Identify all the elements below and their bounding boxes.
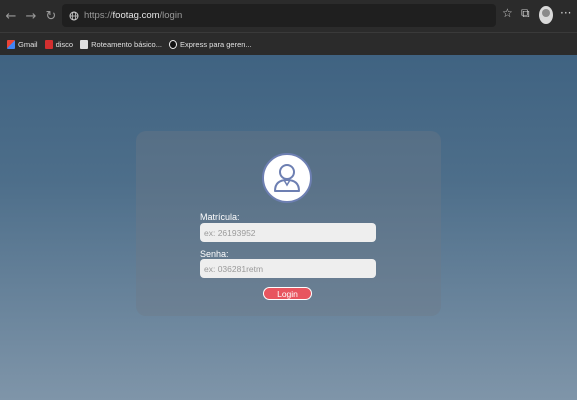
senha-input[interactable]	[200, 259, 376, 278]
bookmarks-bar: Gmail disco Roteamento básico... Express…	[0, 32, 577, 55]
url-text: https://footag.com/login	[84, 10, 183, 21]
address-bar[interactable]: https://footag.com/login	[62, 4, 496, 27]
bookmark-roteamento[interactable]: Roteamento básico...	[80, 39, 162, 49]
bookmark-label: disco	[55, 39, 74, 49]
login-card: Matrícula: Senha: Login	[136, 131, 441, 316]
disco-icon	[44, 39, 53, 49]
document-icon	[80, 39, 89, 49]
refresh-button[interactable]: ↻	[42, 5, 60, 27]
bookmark-disco[interactable]: disco	[44, 39, 74, 49]
back-button[interactable]: ←	[2, 5, 20, 27]
bookmark-label: Gmail	[18, 39, 38, 49]
express-icon	[168, 39, 177, 49]
matricula-label: Matrícula:	[200, 212, 240, 222]
globe-icon	[66, 11, 82, 21]
matricula-input[interactable]	[200, 223, 376, 242]
senha-label: Senha:	[200, 249, 229, 259]
bookmark-express[interactable]: Express para geren...	[168, 39, 252, 49]
user-icon	[262, 153, 312, 203]
forward-button[interactable]: →	[22, 5, 40, 27]
browser-toolbar: ← → ↻ https://footag.com/login ☆ ⧉ ···	[0, 0, 577, 32]
more-icon[interactable]: ···	[560, 6, 571, 20]
bookmark-label: Express para geren...	[179, 39, 252, 49]
profile-avatar[interactable]	[539, 6, 553, 24]
bookmark-gmail[interactable]: Gmail	[7, 39, 38, 49]
favorites-icon[interactable]: ☆	[502, 6, 513, 20]
login-button[interactable]: Login	[263, 287, 312, 300]
gmail-icon	[7, 39, 15, 49]
collections-icon[interactable]: ⧉	[521, 6, 530, 21]
bookmark-label: Roteamento básico...	[91, 39, 162, 49]
